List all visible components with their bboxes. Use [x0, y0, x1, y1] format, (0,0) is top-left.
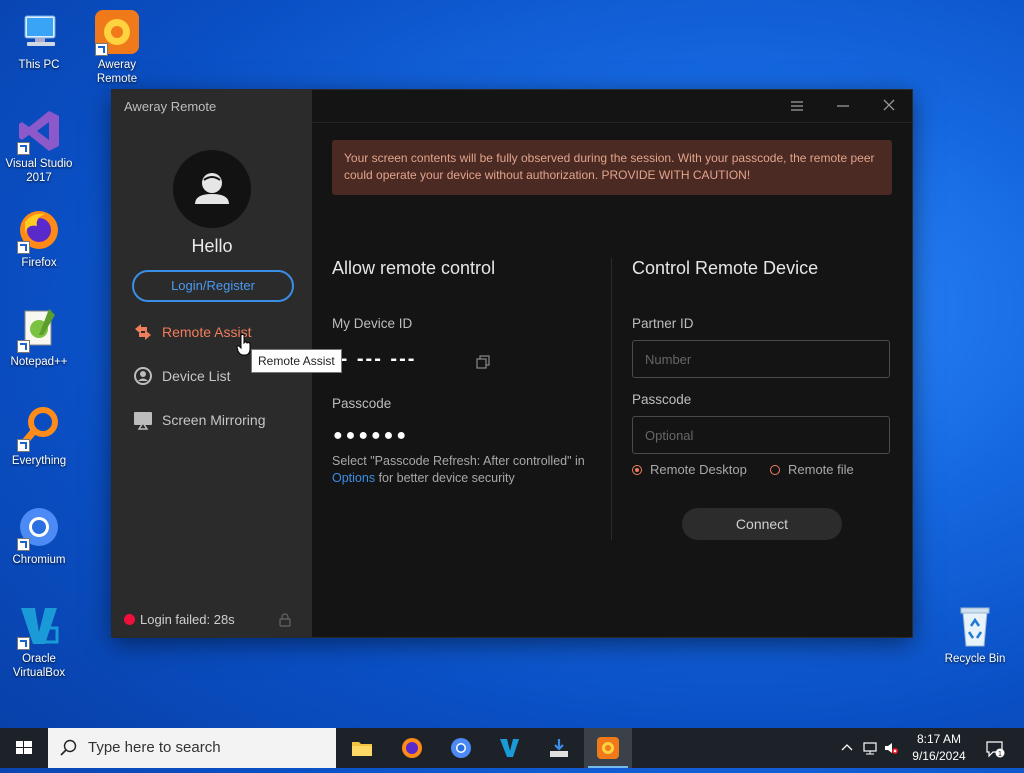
close-icon[interactable] — [877, 96, 901, 116]
partner-id-input[interactable]: Number — [632, 340, 890, 378]
login-status: Login failed: 28s — [124, 612, 235, 627]
remote-passcode-input[interactable]: Optional — [632, 416, 890, 454]
hand-cursor-icon — [236, 334, 251, 356]
aweray-icon — [597, 737, 619, 759]
remote-passcode-label: Passcode — [632, 392, 692, 407]
computer-icon — [24, 15, 56, 46]
radio-label: Remote Desktop — [650, 462, 747, 477]
tooltip: Remote Assist — [251, 349, 342, 373]
desktop-icon-label: Oracle VirtualBox — [12, 653, 66, 679]
search-placeholder: Type here to search — [88, 739, 221, 756]
status-text: Login failed: 28s — [140, 612, 235, 627]
desktop-icon-chromium[interactable]: Chromium — [3, 503, 75, 567]
desktop-icon-recycle-bin[interactable]: Recycle Bin — [939, 602, 1011, 666]
connect-button[interactable]: Connect — [682, 508, 842, 540]
hint-text-end: for better device security — [375, 471, 515, 485]
device-id-value: -- --- --- — [332, 348, 417, 370]
desktop-icon-label: Aweray Remote — [96, 59, 138, 85]
chevron-up-icon[interactable] — [839, 740, 855, 756]
desktop-icon-aweray[interactable]: Aweray Remote — [81, 8, 153, 86]
radio-dot — [770, 464, 780, 475]
copy-icon[interactable] — [476, 355, 490, 369]
clock-date: 9/16/2024 — [912, 749, 966, 763]
desktop-icon-notepadpp[interactable]: Notepad++ — [3, 305, 75, 369]
notification-icon[interactable]: 1 — [985, 739, 1005, 759]
desktop-icon-visual-studio[interactable]: Visual Studio 2017 — [3, 107, 75, 185]
taskbar-chromium[interactable] — [437, 728, 485, 768]
aweray-window: Aweray Remote Hello Login/Register Remot… — [112, 90, 912, 637]
clock-time: 8:17 AM — [916, 732, 962, 746]
taskbar-search-box[interactable]: Type here to search — [48, 728, 336, 768]
partner-id-label: Partner ID — [632, 316, 694, 331]
nav-screen-mirroring[interactable]: Screen Mirroring — [132, 408, 265, 432]
user-icon — [195, 173, 229, 204]
search-icon — [60, 739, 77, 756]
radio-label: Remote file — [788, 462, 854, 477]
desktop-icon-label: Recycle Bin — [944, 653, 1006, 665]
taskbar: Type here to search 8:17 AM 9/16/2024 1 — [0, 728, 1024, 768]
desktop-icon-virtualbox[interactable]: Oracle VirtualBox — [3, 602, 75, 680]
passcode-label: Passcode — [332, 396, 392, 411]
desktop-icon-label: Chromium — [12, 554, 66, 566]
options-link[interactable]: Options — [332, 471, 375, 485]
taskbar-aweray[interactable] — [584, 728, 632, 768]
taskbar-virtualbox[interactable] — [486, 728, 534, 768]
nav-remote-assist[interactable]: Remote Assist — [132, 320, 251, 344]
windows-icon — [16, 741, 32, 754]
caution-banner: Your screen contents will be fully obser… — [332, 140, 892, 195]
desktop-icon-everything[interactable]: Everything — [3, 404, 75, 468]
file-explorer-icon — [352, 742, 372, 756]
nav-label: Screen Mirroring — [162, 412, 266, 428]
avatar[interactable] — [173, 150, 251, 228]
passcode-value: ●●●●●● — [333, 427, 409, 444]
control-remote-title: Control Remote Device — [632, 258, 819, 278]
notification-count: 1 — [998, 751, 1002, 758]
recycle-bin-icon — [960, 607, 990, 647]
desktop-icon-this-pc[interactable]: This PC — [3, 8, 75, 72]
system-clock[interactable]: 8:17 AM 9/16/2024 — [905, 731, 973, 765]
allow-remote-title: Allow remote control — [332, 258, 496, 278]
firefox-icon — [402, 738, 422, 758]
title-divider — [312, 122, 912, 123]
minimize-icon[interactable] — [831, 96, 855, 116]
desktop-icon-label: This PC — [18, 59, 60, 71]
radio-remote-desktop[interactable]: Remote Desktop — [632, 462, 747, 477]
radio-remote-file[interactable]: Remote file — [770, 462, 854, 477]
volume-muted-icon[interactable] — [883, 740, 899, 756]
menu-icon[interactable] — [785, 96, 809, 116]
nav-label: Device List — [162, 368, 231, 384]
desktop-icon-label: Visual Studio 2017 — [5, 158, 73, 184]
section-divider — [611, 258, 612, 540]
passcode-hint: Select "Passcode Refresh: After controll… — [332, 453, 592, 487]
desktop-icon-label: Notepad++ — [10, 356, 68, 368]
network-icon[interactable] — [862, 740, 878, 756]
start-button[interactable] — [0, 728, 48, 768]
screen-mirroring-icon — [134, 412, 152, 430]
radio-dot — [632, 464, 642, 475]
virtualbox-icon — [500, 739, 519, 757]
installer-icon — [550, 739, 568, 757]
device-list-icon — [134, 367, 152, 385]
desktop-icon-label: Everything — [11, 455, 67, 467]
desktop-icon-label: Firefox — [21, 257, 57, 269]
nav-device-list[interactable]: Device List — [132, 364, 230, 388]
chromium-icon — [451, 738, 471, 758]
status-dot — [124, 614, 135, 625]
greeting: Hello — [191, 236, 233, 256]
taskbar-firefox[interactable] — [388, 728, 436, 768]
taskbar-file-explorer[interactable] — [338, 728, 386, 768]
login-register-button[interactable]: Login/Register — [132, 270, 294, 302]
hint-text: Select "Passcode Refresh: After controll… — [332, 454, 585, 468]
app-title: Aweray Remote — [124, 99, 217, 114]
lock-icon[interactable] — [278, 613, 292, 627]
desktop-icon-firefox[interactable]: Firefox — [3, 206, 75, 270]
device-id-label: My Device ID — [332, 316, 413, 331]
taskbar-installer[interactable] — [535, 728, 583, 768]
remote-assist-icon — [135, 324, 151, 340]
